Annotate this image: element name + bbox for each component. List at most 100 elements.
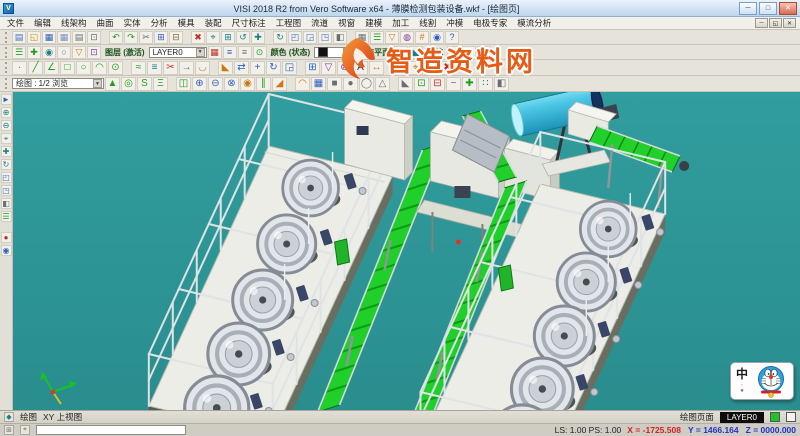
toolbar-grip[interactable]	[5, 32, 8, 43]
extrude-icon[interactable]: ▲	[105, 77, 120, 91]
selection-mask-icon[interactable]: ◍	[400, 31, 414, 44]
zoom-window-icon[interactable]: ⊞	[221, 31, 235, 44]
toolbar-grip[interactable]	[5, 47, 8, 58]
solid-analysis-icon[interactable]: ∷	[478, 77, 493, 91]
view-iso-icon[interactable]: ◳	[318, 31, 332, 44]
split-icon[interactable]: ⊟	[430, 77, 445, 91]
close-button[interactable]: ✕	[779, 2, 797, 15]
spline-icon[interactable]: ≈	[131, 61, 146, 75]
colour-combo[interactable]: ▼	[314, 47, 354, 58]
rotate-copy-icon[interactable]: ↻	[266, 61, 281, 75]
pan-view-icon[interactable]: ✚	[1, 146, 12, 157]
green-panel-left[interactable]	[335, 239, 350, 265]
dimension-icon[interactable]: ↔	[369, 61, 384, 75]
deform-icon[interactable]: ~	[446, 77, 461, 91]
fillet-icon[interactable]: ◡	[195, 61, 210, 75]
command-input[interactable]	[36, 425, 186, 435]
active-layer-chip[interactable]: LAYER0	[720, 412, 764, 423]
menu-surface[interactable]: 曲面	[92, 17, 119, 29]
menu-wireframe[interactable]: 线架构	[56, 17, 92, 29]
help-icon[interactable]: ?	[445, 31, 459, 44]
mdi-close-button[interactable]: ✕	[783, 18, 796, 28]
workplane-align-icon[interactable]: ◣	[409, 46, 423, 59]
zoom-out-icon[interactable]: ⊖	[1, 120, 12, 131]
menu-edit[interactable]: 编辑	[29, 17, 56, 29]
mdi-minimize-button[interactable]: ─	[755, 18, 768, 28]
undo-icon[interactable]: ↶	[109, 31, 123, 44]
wireframe-view-icon[interactable]: ▦	[355, 31, 369, 44]
save-all-icon[interactable]: ▦	[57, 31, 71, 44]
ellipse-icon[interactable]: ⊙	[108, 61, 123, 75]
cone-icon[interactable]: △	[375, 77, 390, 91]
polyline-icon[interactable]: ∠	[44, 61, 59, 75]
scale-icon[interactable]: ◲	[282, 61, 297, 75]
offset-icon[interactable]: ≡	[147, 61, 162, 75]
pan-icon[interactable]: ✚	[251, 31, 265, 44]
zoom-extents-icon[interactable]: ⌖	[1, 133, 12, 144]
ime-widget[interactable]: 中 , ●	[730, 362, 794, 400]
menu-solid[interactable]: 实体	[119, 17, 146, 29]
rectangle-icon[interactable]: □	[60, 61, 75, 75]
new-file-icon[interactable]: ▤	[12, 31, 26, 44]
menu-analysis[interactable]: 分析	[146, 17, 173, 29]
entity-colour-swatch[interactable]	[786, 412, 796, 422]
measure-icon[interactable]: #	[415, 31, 429, 44]
paste-icon[interactable]: ⊟	[169, 31, 183, 44]
cylinder-icon[interactable]: ●	[343, 77, 358, 91]
layer-manager-icon[interactable]: ☰	[370, 31, 384, 44]
menu-modeling[interactable]: 建模	[360, 17, 387, 29]
rib-icon[interactable]: ∥	[256, 77, 271, 91]
menu-window[interactable]: 视窗	[333, 17, 360, 29]
snap-grid-icon[interactable]: ⊞	[4, 425, 14, 435]
layer-freeze-icon[interactable]: ○	[57, 46, 71, 59]
measure-distance-icon[interactable]: ⌖	[408, 61, 423, 75]
info-icon[interactable]: ◉	[430, 31, 444, 44]
heal-icon[interactable]: ✚	[462, 77, 477, 91]
menu-wire-edm[interactable]: 线割	[414, 17, 441, 29]
mirror-icon[interactable]: ⇄	[234, 61, 249, 75]
text-icon[interactable]: A	[353, 61, 368, 75]
minimize-button[interactable]: ─	[739, 2, 757, 15]
thicken-icon[interactable]: ⊡	[414, 77, 429, 91]
loft-icon[interactable]: Ξ	[153, 77, 168, 91]
extend-icon[interactable]: →	[179, 61, 194, 75]
line-icon[interactable]: ╱	[28, 61, 43, 75]
front-view-icon[interactable]: ◰	[1, 172, 12, 183]
zoom-fit-icon[interactable]: ⌖	[206, 31, 220, 44]
view-top-icon[interactable]: ◲	[303, 31, 317, 44]
menu-machining[interactable]: 加工	[387, 17, 414, 29]
line-weight-icon[interactable]: ≡	[238, 46, 252, 59]
layer-visibility-icon[interactable]: ◉	[42, 46, 56, 59]
copy-icon[interactable]: ⊞	[154, 31, 168, 44]
shade-mode-icon[interactable]: ◧	[1, 198, 12, 209]
attribute-paint-icon[interactable]: ⊡	[87, 46, 101, 59]
snap-point-icon[interactable]: ⌖	[20, 425, 30, 435]
chevron-down-icon[interactable]: ▼	[93, 79, 102, 88]
capture-icon[interactable]: ◉	[1, 245, 12, 256]
viewport-canvas[interactable]	[13, 92, 800, 410]
snap-settings-icon[interactable]: ⌖	[462, 46, 476, 59]
sheet-selector[interactable]: 绘图 : 1/2 浏览 ▼	[12, 78, 104, 89]
boolean-subtract-icon[interactable]: ⊖	[208, 77, 223, 91]
attribute-match-icon[interactable]: ⊙	[253, 46, 267, 59]
green-panel-right[interactable]	[498, 265, 513, 291]
menu-dimension[interactable]: 尺寸标注	[227, 17, 271, 29]
shaded-view-icon[interactable]: ◧	[333, 31, 347, 44]
layer-list-icon[interactable]: ☰	[12, 46, 26, 59]
erase-icon[interactable]: ✖	[440, 61, 455, 75]
layer-new-icon[interactable]: ✚	[27, 46, 41, 59]
trim-icon[interactable]: ✂	[163, 61, 178, 75]
menu-file[interactable]: 文件	[2, 17, 29, 29]
workplane-set-icon[interactable]: ◳	[394, 46, 408, 59]
ime-language-indicator[interactable]: 中	[736, 368, 748, 380]
system-settings-icon[interactable]: ◎	[447, 46, 461, 59]
circle-icon[interactable]: ○	[76, 61, 91, 75]
block-icon[interactable]: ■	[327, 77, 342, 91]
revolve-icon[interactable]: ◎	[121, 77, 136, 91]
shell-icon[interactable]: ◫	[176, 77, 191, 91]
grid-toggle-icon[interactable]: ⊞	[477, 46, 491, 59]
layer-combo[interactable]: LAYER0 ▼	[149, 47, 207, 58]
rotate-view-icon[interactable]: ↻	[273, 31, 287, 44]
filter-icon[interactable]: ▽	[385, 31, 399, 44]
chevron-down-icon[interactable]: ▼	[196, 48, 205, 57]
